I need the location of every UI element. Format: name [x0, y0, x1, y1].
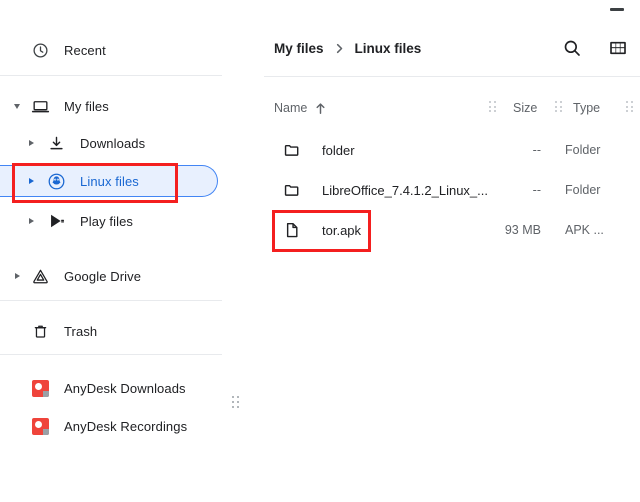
breadcrumb-current[interactable]: Linux files: [355, 41, 422, 56]
sidebar-item-linux-files[interactable]: Linux files: [0, 165, 218, 197]
download-icon: [44, 135, 68, 152]
chevron-right-icon: [334, 42, 345, 55]
sort-ascending-icon: [315, 102, 326, 115]
sidebar-item-anydesk-downloads[interactable]: AnyDesk Downloads: [0, 372, 218, 404]
expand-arrow-icon[interactable]: [8, 273, 26, 279]
column-header-name[interactable]: Name: [274, 92, 326, 124]
google-drive-icon: [28, 267, 52, 286]
file-list-panel: My files Linux files Name Size Type fold…: [260, 0, 640, 502]
sidebar-item-play-files[interactable]: Play files: [0, 205, 218, 237]
breadcrumb: My files Linux files: [274, 36, 421, 60]
minimize-icon[interactable]: [610, 8, 624, 11]
column-headers: Name Size Type: [260, 92, 640, 124]
file-size: 93 MB: [504, 223, 541, 237]
sidebar-item-trash[interactable]: Trash: [0, 315, 218, 347]
sidebar-item-google-drive[interactable]: Google Drive: [0, 260, 218, 292]
file-size: --: [532, 183, 541, 197]
grid-view-icon[interactable]: [604, 34, 632, 62]
sidebar-item-label: AnyDesk Downloads: [64, 380, 186, 396]
sidebar-item-label: Recent: [64, 42, 106, 58]
file-type: Folder: [565, 183, 601, 197]
file-icon: [282, 221, 302, 239]
folder-icon: [282, 141, 302, 159]
file-name: tor.apk: [322, 222, 362, 238]
trash-icon: [28, 323, 52, 340]
file-type: APK ...: [565, 223, 604, 237]
folder-icon: [282, 181, 302, 199]
sidebar-item-anydesk-recordings[interactable]: AnyDesk Recordings: [0, 410, 218, 442]
anydesk-icon: [28, 417, 52, 435]
collapse-arrow-icon[interactable]: [8, 103, 26, 109]
column-resize-handle-size[interactable]: [555, 101, 563, 113]
column-header-size[interactable]: Size: [513, 92, 537, 124]
column-header-name-label: Name: [274, 101, 308, 115]
file-type: Folder: [565, 143, 601, 157]
toolbar-divider: [264, 76, 640, 77]
column-header-type[interactable]: Type: [573, 92, 600, 124]
sidebar-divider-2: [0, 300, 222, 301]
clock-icon: [28, 42, 52, 59]
navigation-sidebar: Recent My files Downloads Linux files Pl…: [0, 0, 260, 502]
sidebar-item-label: Downloads: [80, 135, 146, 151]
sidebar-item-label: Google Drive: [64, 268, 142, 284]
file-name: folder: [322, 142, 355, 158]
table-row[interactable]: LibreOffice_7.4.1.2_Linux_... -- Folder: [260, 170, 640, 210]
play-store-icon: [44, 212, 68, 230]
search-icon[interactable]: [558, 34, 586, 62]
expand-arrow-icon[interactable]: [22, 140, 40, 146]
column-header-type-label: Type: [573, 101, 601, 115]
sidebar-item-my-files[interactable]: My files: [0, 90, 218, 122]
sidebar-item-label: Trash: [64, 323, 98, 339]
sidebar-divider-1: [0, 75, 222, 76]
expand-arrow-icon[interactable]: [22, 218, 40, 224]
sidebar-item-recent[interactable]: Recent: [0, 34, 218, 66]
expand-arrow-icon[interactable]: [22, 178, 40, 184]
header-actions: [558, 34, 632, 62]
file-size: --: [532, 143, 541, 157]
drag-handle-icon[interactable]: [232, 396, 240, 409]
files-app-window: Recent My files Downloads Linux files Pl…: [0, 0, 640, 502]
column-resize-handle-name[interactable]: [489, 101, 497, 113]
laptop-icon: [28, 97, 52, 116]
anydesk-icon: [28, 379, 52, 397]
column-header-size-label: Size: [513, 101, 538, 115]
sidebar-item-downloads[interactable]: Downloads: [0, 127, 218, 159]
sidebar-item-label: Linux files: [80, 173, 139, 189]
sidebar-item-label: My files: [64, 98, 109, 114]
breadcrumb-parent[interactable]: My files: [274, 41, 324, 56]
table-row[interactable]: tor.apk 93 MB APK ...: [260, 210, 640, 250]
linux-penguin-icon: [44, 172, 68, 191]
sidebar-item-label: Play files: [80, 213, 134, 229]
sidebar-item-label: AnyDesk Recordings: [64, 418, 188, 434]
table-row[interactable]: folder -- Folder: [260, 130, 640, 170]
sidebar-divider-3: [0, 354, 222, 355]
file-list: folder -- Folder LibreOffice_7.4.1.2_Lin…: [260, 130, 640, 250]
column-resize-handle-type[interactable]: [626, 101, 634, 113]
file-name: LibreOffice_7.4.1.2_Linux_...: [322, 182, 488, 198]
